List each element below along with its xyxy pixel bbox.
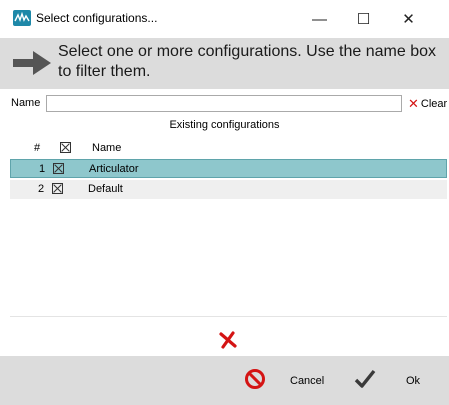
name-filter-input[interactable] (46, 95, 402, 112)
section-title: Existing configurations (169, 119, 280, 131)
app-logo-icon (13, 10, 31, 26)
clear-filter-label: Clear (420, 97, 448, 110)
table-row[interactable]: 1 Articulator (10, 159, 447, 178)
arrow-right-icon (13, 51, 51, 75)
column-header-name[interactable]: Name (92, 142, 121, 154)
window-title: Select configurations... (36, 11, 158, 25)
row-number: 1 (39, 163, 46, 175)
instruction-header: Select one or more configurations. Use t… (0, 38, 449, 89)
delete-icon[interactable] (218, 330, 238, 350)
checked-checkbox-icon[interactable] (53, 163, 64, 174)
instruction-text: Select one or more configurations. Use t… (58, 43, 436, 80)
name-filter-label: Name (11, 97, 41, 109)
select-all-checkbox-icon[interactable] (60, 142, 71, 153)
cancel-icon[interactable] (244, 368, 266, 390)
cancel-button[interactable]: Cancel (290, 375, 324, 387)
maximize-button[interactable]: ☐ (341, 0, 386, 38)
divider (10, 316, 447, 317)
ok-button[interactable]: Ok (406, 375, 420, 387)
clear-icon: ✕ (408, 95, 419, 111)
close-button[interactable]: ✕ (386, 0, 431, 38)
dialog-footer: Cancel Ok (0, 356, 449, 405)
minimize-button[interactable]: — (297, 0, 342, 38)
row-checkbox[interactable] (53, 163, 64, 177)
table-header: # Name (10, 138, 447, 159)
row-name: Articulator (89, 163, 139, 175)
title-bar: Select configurations... — ☐ ✕ (0, 0, 449, 38)
table-row[interactable]: 2 Default (10, 180, 447, 199)
row-checkbox[interactable] (52, 183, 63, 197)
checked-checkbox-icon[interactable] (52, 183, 63, 194)
clear-filter-button[interactable]: ✕ Clear (408, 95, 447, 112)
configurations-table: # Name 1 Articulator 2 Default (10, 138, 447, 316)
row-name: Default (88, 183, 123, 195)
column-header-check[interactable] (60, 142, 71, 156)
checkmark-icon[interactable] (354, 368, 376, 390)
row-number: 2 (38, 183, 45, 195)
column-header-number[interactable]: # (34, 142, 40, 154)
name-filter-bar: Name ✕ Clear (0, 89, 449, 117)
